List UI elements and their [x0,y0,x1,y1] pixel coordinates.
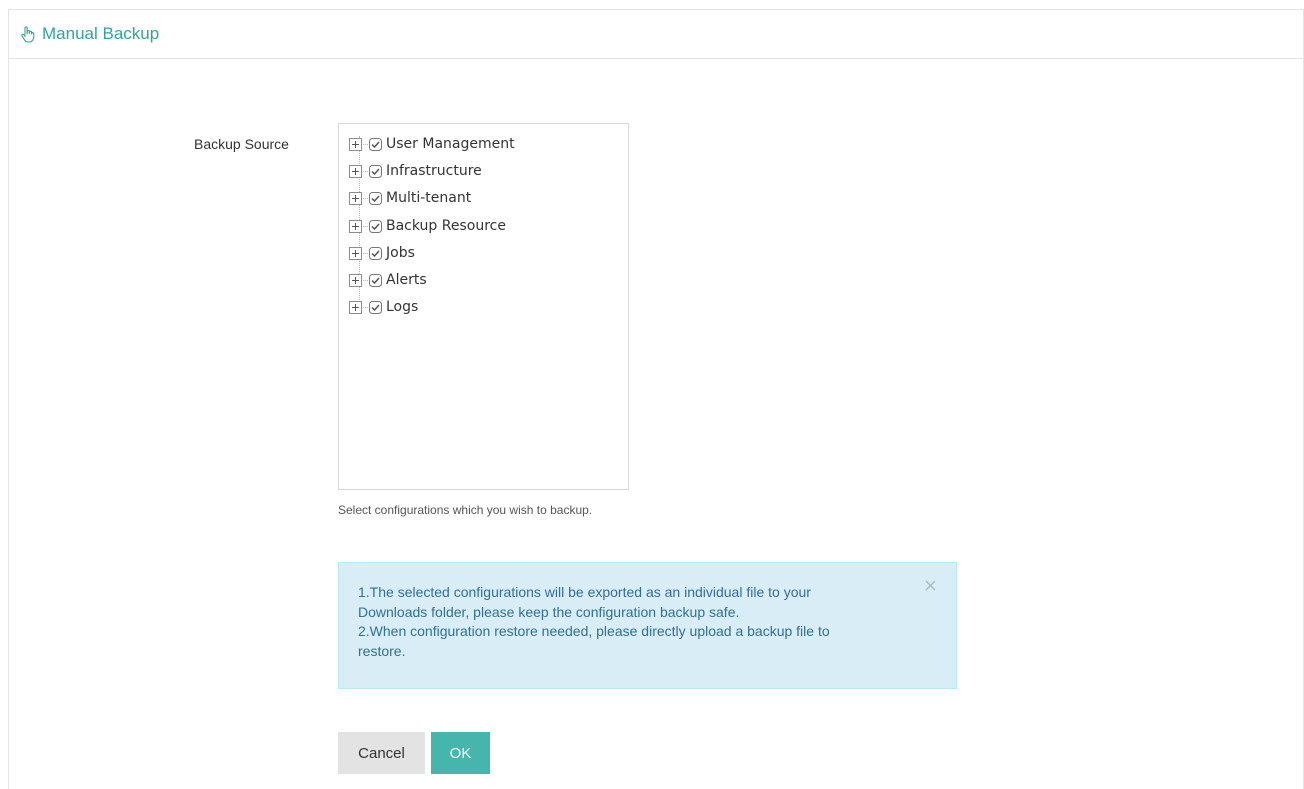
backup-source-tree[interactable]: User Management Infrastructure Multi-ten… [338,123,629,490]
page-title: Manual Backup [42,24,160,43]
tree-item-label: User Management [386,136,515,152]
hand-pointer-icon [20,25,36,43]
expand-icon[interactable] [349,137,362,151]
ok-button[interactable]: OK [431,732,490,774]
expand-icon[interactable] [349,191,362,205]
tree-connector [363,225,368,227]
checkbox-checked-icon[interactable] [369,273,382,287]
tree-connector [363,170,368,172]
tree-connector [363,279,368,281]
tree-item-alerts[interactable]: Alerts [349,270,427,290]
tree-connector [363,306,368,308]
checkbox-checked-icon[interactable] [369,219,382,233]
tree-item-label: Jobs [386,245,415,261]
backup-source-label: Backup Source [194,136,289,152]
checkbox-checked-icon[interactable] [369,300,382,314]
tree-connector [363,252,368,254]
expand-icon[interactable] [349,273,362,287]
tree-item-label: Infrastructure [386,163,482,179]
cancel-button[interactable]: Cancel [338,732,425,774]
tree-item-label: Alerts [386,272,427,288]
info-alert: 1.The selected configurations will be ex… [338,562,957,689]
expand-icon[interactable] [349,300,362,314]
close-icon[interactable] [923,578,937,592]
checkbox-checked-icon[interactable] [369,246,382,260]
backup-source-hint: Select configurations which you wish to … [338,503,593,517]
tree-item-multi-tenant[interactable]: Multi-tenant [349,188,471,208]
tree-item-backup-resource[interactable]: Backup Resource [349,216,506,236]
tree-item-user-management[interactable]: User Management [349,134,515,154]
alert-line: restore. [358,642,406,659]
alert-line: 1.The selected configurations will be ex… [358,584,811,600]
tree-item-logs[interactable]: Logs [349,297,418,317]
panel-header: Manual Backup [9,10,1303,59]
tree-item-label: Backup Resource [386,218,506,234]
alert-line: Downloads folder, please keep the config… [358,603,740,620]
tree-item-jobs[interactable]: Jobs [349,243,415,263]
expand-icon[interactable] [349,246,362,260]
checkbox-checked-icon[interactable] [369,137,382,151]
tree-item-infrastructure[interactable]: Infrastructure [349,161,482,181]
checkbox-checked-icon[interactable] [369,191,382,205]
alert-line: 2.When configuration restore needed, ple… [358,623,830,639]
tree-connector [363,143,368,145]
tree-item-label: Multi-tenant [386,190,472,206]
expand-icon[interactable] [349,219,362,233]
checkbox-checked-icon[interactable] [369,164,382,178]
tree-item-label: Logs [386,299,419,315]
tree-connector [363,197,368,199]
expand-icon[interactable] [349,164,362,178]
